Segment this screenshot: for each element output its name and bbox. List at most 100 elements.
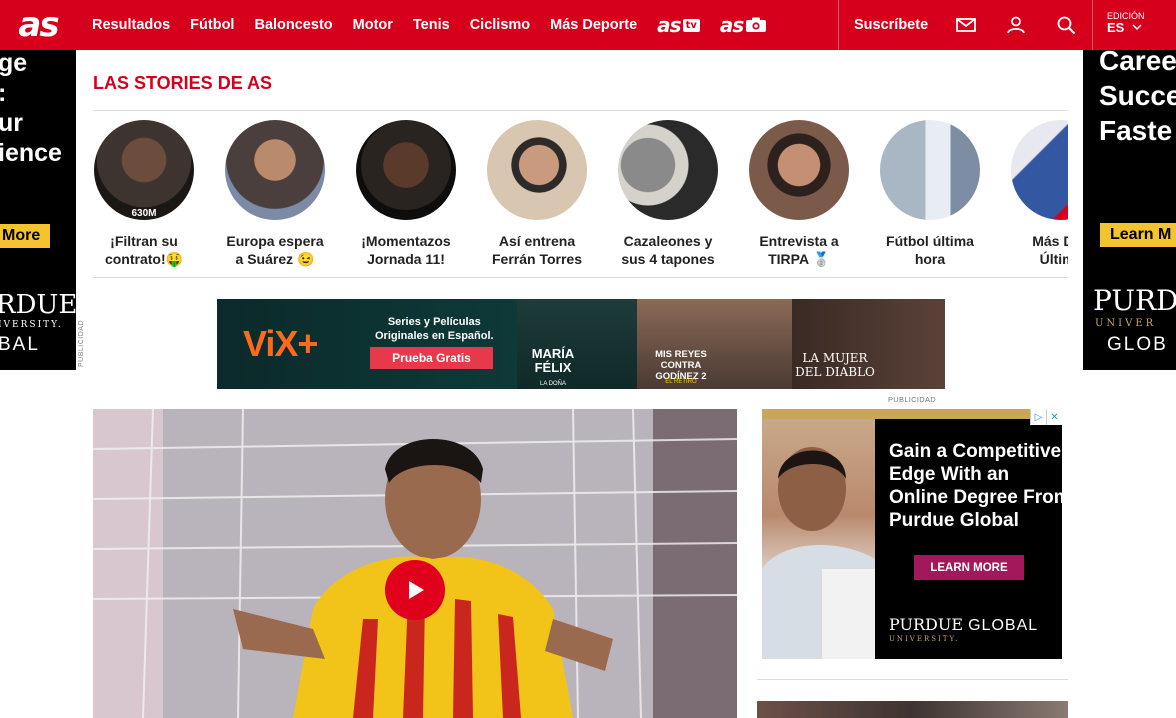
as-logo[interactable]: as <box>0 0 76 50</box>
purdue-global-logo: PURDUE GLOBAL UNIVERSITY. <box>889 615 1038 643</box>
story-item[interactable]: Así entrena Ferrán Torres <box>486 120 588 268</box>
vix-poster-2: MIS REYES CONTRA GODÍNEZ 2 EL RETIRO <box>637 299 792 389</box>
story-label: Europa espera a Suárez 😉 <box>226 233 324 267</box>
vix-poster-1-title: MARÍA FÉLIX <box>531 346 575 375</box>
story-label: ¡Filtran su contrato!🤑 <box>104 233 184 267</box>
learn-more-button[interactable]: LEARN MORE <box>914 555 1024 580</box>
user-icon[interactable] <box>1004 13 1028 37</box>
chevron-down-icon <box>1132 24 1142 31</box>
side-ad-left-line-3: ur <box>0 109 23 137</box>
story-avatar <box>487 120 587 220</box>
story-item[interactable]: ¡Momentazos Jornada 11! <box>355 120 457 268</box>
side-ad-left-button[interactable]: More <box>0 224 51 248</box>
side-ad-right-logo-mid: UNIVER <box>1095 318 1157 329</box>
side-ad-right-button[interactable]: Learn M <box>1100 223 1176 247</box>
stories-title: LAS STORIES DE AS <box>93 73 273 93</box>
story-item[interactable]: Europa espera a Suárez 😉 <box>224 120 326 268</box>
story-avatar <box>225 120 325 220</box>
ad-headline-line-3: Online Degree From <box>889 487 1062 508</box>
side-ad-left-logo-top: RDUE <box>0 290 76 320</box>
edition-code: ES <box>1107 21 1145 34</box>
side-ad-right-line-1: Caree <box>1099 50 1176 76</box>
logo-word-university: UNIVERSITY. <box>889 635 960 643</box>
mail-icon[interactable] <box>954 13 978 37</box>
top-navigation-bar: as Resultados Fútbol Baloncesto Motor Te… <box>0 0 1176 50</box>
play-button[interactable] <box>385 560 445 620</box>
vix-poster-3: LA MUJER DEL DIABLO <box>792 299 945 389</box>
vix-poster-3-title: LA MUJER DEL DIABLO <box>795 351 875 379</box>
ad-headline-line-2: Edge With an <box>889 464 1010 485</box>
story-label: Fútbol última hora <box>886 233 974 267</box>
story-avatar <box>1011 120 1068 220</box>
search-icon[interactable] <box>1054 13 1078 37</box>
story-avatar <box>749 120 849 220</box>
ad-headline-line-4: Purdue Global <box>889 510 1019 531</box>
close-icon[interactable]: ✕ <box>1046 409 1062 425</box>
nav-item-futbol[interactable]: Fútbol <box>190 17 234 33</box>
ad-photo <box>762 419 875 659</box>
nav-item-baloncesto[interactable]: Baloncesto <box>254 17 332 33</box>
ad-headline: Gain a Competitive Edge With an Online D… <box>889 440 1062 532</box>
as-tv-logo: as <box>657 13 681 37</box>
camera-icon <box>746 17 767 32</box>
side-ad-right-line-3: Faste <box>1099 115 1173 146</box>
nav-divider <box>838 0 839 50</box>
as-tv-link[interactable]: as tv <box>657 13 700 37</box>
story-label: Entrevista a TIRPA 🥈 <box>759 233 839 267</box>
as-photo-link[interactable]: as <box>720 13 767 37</box>
nav-item-motor[interactable]: Motor <box>353 17 393 33</box>
nav-item-tenis[interactable]: Tenis <box>413 17 450 33</box>
side-ad-right-logo-top: PURD <box>1093 284 1176 317</box>
side-ad-left-line-2: : <box>0 78 6 108</box>
nav-item-resultados[interactable]: Resultados <box>92 17 170 33</box>
story-item[interactable]: Entrevista a TIRPA 🥈 <box>748 120 850 268</box>
vix-tagline-line-2: Originales en Español. <box>375 330 494 342</box>
nav-divider-2 <box>1092 0 1093 50</box>
side-ad-left-line-1: ge <box>0 50 28 77</box>
purdue-display-ad[interactable]: Gain a Competitive Edge With an Online D… <box>762 409 1062 659</box>
side-ad-label: PUBLICIDAD <box>78 320 85 368</box>
vix-poster-2-sub: EL RETIRO <box>665 379 697 385</box>
sidebar-thumbnail[interactable] <box>757 701 1068 718</box>
side-ad-right-logo-bot: GLOB <box>1107 334 1168 355</box>
nav-item-mas-deporte[interactable]: Más Deporte <box>550 17 637 33</box>
story-item[interactable]: 630M ¡Filtran su contrato!🤑 <box>93 120 195 268</box>
vix-tagline-line-1: Series y Películas <box>387 316 481 328</box>
logo-word-purdue: PURDUE <box>889 615 964 634</box>
story-avatar <box>356 120 456 220</box>
story-avatar <box>618 120 718 220</box>
ad-choices[interactable]: ▷ ✕ <box>1030 409 1062 425</box>
as-photo-logo: as <box>719 13 744 37</box>
vix-banner-ad[interactable]: ViX+ Series y Películas Originales en Es… <box>217 299 945 389</box>
story-item[interactable]: Más Dep Última <box>1010 120 1068 268</box>
side-ad-left[interactable]: ge : ur ience More RDUE IVERSITY. BAL <box>0 50 76 370</box>
story-item[interactable]: Fútbol última hora <box>879 120 981 268</box>
vix-logo: ViX+ <box>243 323 318 364</box>
side-ad-left-logo-mid: IVERSITY. <box>0 320 63 330</box>
side-ad-left-line-4: ience <box>0 139 62 167</box>
right-ad-label: PUBLICIDAD <box>888 395 937 404</box>
side-ad-left-logo-bot: BAL <box>0 334 40 355</box>
story-item[interactable]: Cazaleones y sus 4 tapones <box>617 120 719 268</box>
play-icon <box>409 581 424 599</box>
sidebar-divider <box>757 679 1068 680</box>
edition-selector[interactable]: EDICIÓN ES <box>1107 11 1145 34</box>
vix-poster-1: MARÍA FÉLIX LA DOÑA <box>517 299 637 389</box>
story-label: Así entrena Ferrán Torres <box>492 233 582 267</box>
vix-tagline: Series y Películas Originales en Español… <box>375 315 494 343</box>
ad-person-image <box>762 447 875 659</box>
tv-badge: tv <box>682 18 700 32</box>
story-label: Más Dep Última <box>1032 233 1068 267</box>
stories-top-rule <box>93 110 1068 111</box>
ad-top-stripe <box>762 409 1062 419</box>
subscribe-link[interactable]: Suscríbete <box>854 0 928 50</box>
side-ad-right[interactable]: Caree Succe Faste Learn M PURD UNIVER GL… <box>1083 50 1176 370</box>
vix-poster-1-sub: LA DOÑA <box>539 381 566 387</box>
vix-try-free-button[interactable]: Prueba Gratis <box>370 347 493 369</box>
story-view-count: 630M <box>131 208 157 219</box>
nav-item-ciclismo[interactable]: Ciclismo <box>470 17 530 33</box>
story-avatar: 630M <box>94 120 194 220</box>
ad-headline-line-1: Gain a Competitive <box>889 441 1062 462</box>
adchoices-icon[interactable]: ▷ <box>1030 409 1046 425</box>
stories-carousel[interactable]: 630M ¡Filtran su contrato!🤑 Europa esper… <box>93 120 1068 270</box>
